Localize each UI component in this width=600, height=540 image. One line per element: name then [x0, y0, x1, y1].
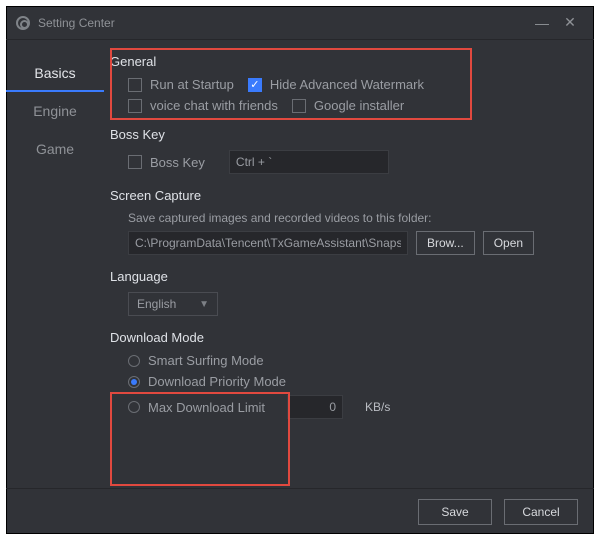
radio-icon — [128, 355, 140, 367]
sidebar-item-basics[interactable]: Basics — [6, 54, 104, 92]
boss-key-section: Boss Key Boss Key — [110, 127, 576, 174]
download-mode-title: Download Mode — [110, 330, 576, 345]
browse-button[interactable]: Brow... — [416, 231, 475, 255]
capture-path-input[interactable] — [128, 231, 408, 255]
screen-capture-title: Screen Capture — [110, 188, 576, 203]
sidebar-item-label: Basics — [34, 65, 75, 81]
sidebar-item-label: Game — [36, 141, 74, 157]
max-download-limit-radio[interactable]: Max Download Limit — [128, 400, 265, 415]
sidebar-item-game[interactable]: Game — [6, 130, 104, 168]
checkbox-label: Google installer — [314, 98, 404, 113]
titlebar: Setting Center ― ✕ — [6, 6, 594, 40]
boss-key-checkbox[interactable]: Boss Key — [128, 155, 205, 170]
sidebar-item-label: Engine — [33, 103, 77, 119]
language-selected-value: English — [137, 297, 176, 311]
hide-watermark-checkbox[interactable]: ✓ Hide Advanced Watermark — [248, 77, 424, 92]
download-mode-section: Download Mode Smart Surfing Mode Downloa… — [110, 330, 576, 419]
general-title: General — [110, 54, 576, 69]
minimize-button[interactable]: ― — [528, 15, 556, 31]
checkbox-icon — [128, 155, 142, 169]
download-limit-input[interactable] — [287, 395, 343, 419]
run-at-startup-checkbox[interactable]: Run at Startup — [128, 77, 234, 92]
language-select[interactable]: English ▼ — [128, 292, 218, 316]
radio-icon — [128, 376, 140, 388]
download-priority-radio[interactable]: Download Priority Mode — [128, 374, 286, 389]
screen-capture-hint: Save captured images and recorded videos… — [128, 211, 576, 225]
checkbox-icon — [128, 99, 142, 113]
checkbox-icon: ✓ — [248, 78, 262, 92]
app-logo-icon — [16, 16, 30, 30]
sidebar: Basics Engine Game — [6, 40, 104, 488]
checkbox-label: Boss Key — [150, 155, 205, 170]
language-title: Language — [110, 269, 576, 284]
general-section: General Run at Startup ✓ Hide Advanced W… — [110, 54, 576, 113]
language-section: Language English ▼ — [110, 269, 576, 316]
checkbox-icon — [128, 78, 142, 92]
screen-capture-section: Screen Capture Save captured images and … — [110, 188, 576, 255]
checkbox-icon — [292, 99, 306, 113]
boss-key-shortcut-input[interactable] — [229, 150, 389, 174]
download-limit-unit: KB/s — [365, 400, 390, 414]
boss-key-title: Boss Key — [110, 127, 576, 142]
radio-label: Smart Surfing Mode — [148, 353, 264, 368]
voice-chat-checkbox[interactable]: voice chat with friends — [128, 98, 278, 113]
sidebar-item-engine[interactable]: Engine — [6, 92, 104, 130]
cancel-button[interactable]: Cancel — [504, 499, 578, 525]
save-button[interactable]: Save — [418, 499, 492, 525]
window-title: Setting Center — [38, 16, 115, 30]
settings-content: General Run at Startup ✓ Hide Advanced W… — [104, 40, 594, 488]
radio-icon — [128, 401, 140, 413]
footer: Save Cancel — [6, 488, 594, 534]
radio-label: Download Priority Mode — [148, 374, 286, 389]
google-installer-checkbox[interactable]: Google installer — [292, 98, 404, 113]
close-button[interactable]: ✕ — [556, 14, 584, 31]
checkbox-label: Hide Advanced Watermark — [270, 77, 424, 92]
chevron-down-icon: ▼ — [199, 299, 209, 310]
smart-surfing-radio[interactable]: Smart Surfing Mode — [128, 353, 264, 368]
radio-label: Max Download Limit — [148, 400, 265, 415]
settings-window: Setting Center ― ✕ Basics Engine Game Ge… — [6, 6, 594, 534]
checkbox-label: Run at Startup — [150, 77, 234, 92]
open-button[interactable]: Open — [483, 231, 534, 255]
checkbox-label: voice chat with friends — [150, 98, 278, 113]
